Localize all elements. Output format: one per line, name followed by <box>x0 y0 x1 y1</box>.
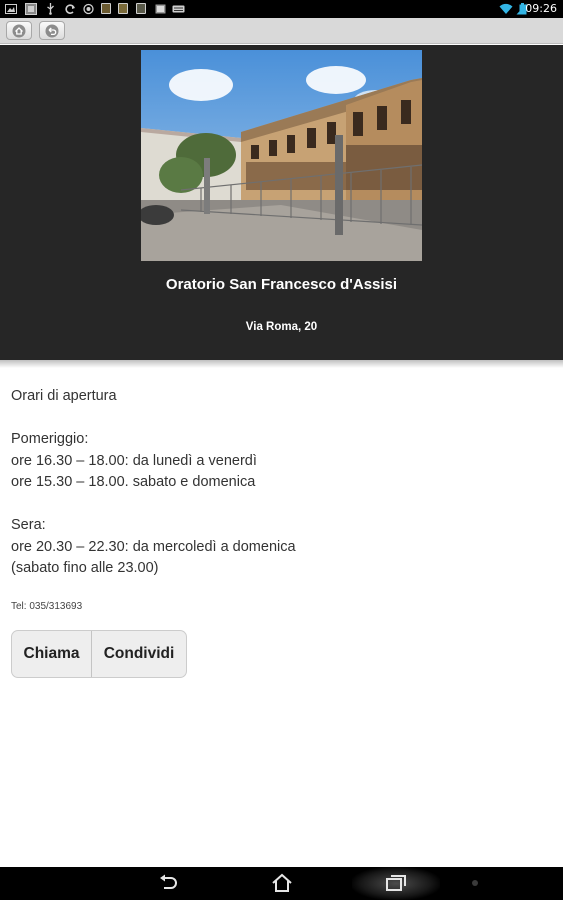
gallery-icon <box>5 4 17 14</box>
share-button[interactable]: Condividi <box>92 631 186 677</box>
system-nav-bar <box>0 867 563 900</box>
sync-icon <box>65 4 75 14</box>
place-title: Oratorio San Francesco d'Assisi <box>165 276 398 293</box>
system-recents-button[interactable] <box>383 871 409 895</box>
nav-bar <box>0 18 563 44</box>
evening-note: (sabato fino alle 23.00) <box>11 560 159 576</box>
header-shadow <box>0 360 563 368</box>
back-button[interactable] <box>39 21 65 40</box>
place-header: Oratorio San Francesco d'Assisi Via Roma… <box>0 45 563 360</box>
evening-hours: ore 20.30 – 22.30: da mercoledì a domeni… <box>11 538 296 555</box>
system-home-button[interactable] <box>269 871 295 895</box>
phone-number: Tel: 035/313693 <box>11 601 83 612</box>
opening-hours: Orari di apertura Pomeriggio: ore 16.30 … <box>11 386 551 580</box>
action-buttons: Chiama Condividi <box>11 630 187 678</box>
app-icon <box>118 3 128 14</box>
app-icon <box>101 3 111 14</box>
back-icon <box>160 874 177 889</box>
status-bar: 09:26 <box>0 0 563 18</box>
back-icon <box>45 24 59 37</box>
system-back-button[interactable] <box>155 871 181 895</box>
gallery-icon <box>155 4 166 14</box>
evening-label: Sera: <box>11 517 46 533</box>
usb-icon <box>47 3 54 15</box>
home-icon <box>12 24 26 37</box>
afternoon-label: Pomeriggio: <box>11 431 89 447</box>
menu-dot-icon[interactable] <box>472 880 478 886</box>
app-icon <box>136 3 146 14</box>
status-clock: 09:26 <box>525 2 557 15</box>
keyboard-icon <box>172 5 185 13</box>
image-icon <box>25 3 37 15</box>
afternoon-weekend: ore 15.30 – 18.00. sabato e domenica <box>11 474 256 490</box>
recents-icon <box>386 875 406 891</box>
hours-heading: Orari di apertura <box>11 388 117 404</box>
place-address: Via Roma, 20 <box>245 321 318 333</box>
home-button[interactable] <box>6 21 32 40</box>
place-photo <box>141 50 422 261</box>
call-button[interactable]: Chiama <box>12 631 92 677</box>
wifi-icon <box>499 3 513 15</box>
android-icon <box>83 3 94 15</box>
afternoon-weekdays: ore 16.30 – 18.00: da lunedì a venerdì <box>11 452 257 469</box>
home-icon <box>272 873 292 892</box>
